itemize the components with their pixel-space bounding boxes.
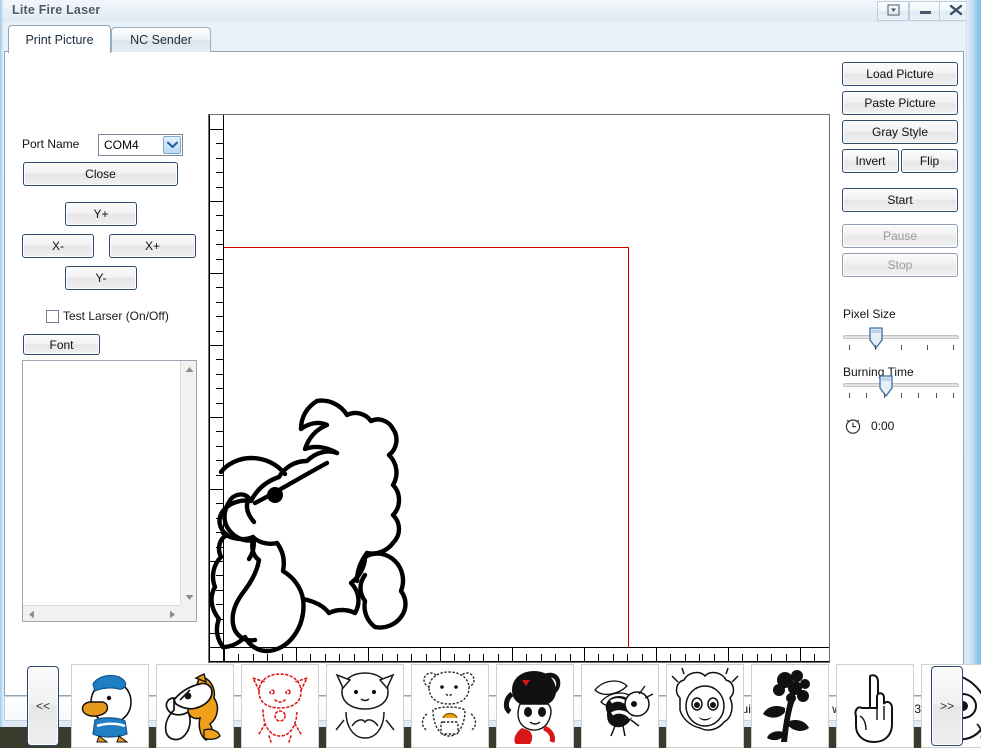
gray-style-button[interactable]: Gray Style <box>842 120 958 144</box>
thumb-pony[interactable] <box>156 664 234 748</box>
minimize-button[interactable] <box>909 1 941 21</box>
picture-canvas[interactable] <box>208 114 830 663</box>
load-picture-button[interactable]: Load Picture <box>842 62 958 86</box>
flower-thumbnail-image <box>763 670 810 742</box>
title-bar: Lite Fire Laser <box>0 0 981 22</box>
thumb-bee[interactable] <box>581 664 659 748</box>
tab-page-print-picture: Port Name COM4 Close Y+ X- X+ Y- Test La… <box>4 51 981 748</box>
thumb-red-cat[interactable] <box>241 664 319 748</box>
thumbnail-strip: << >> <box>13 664 981 748</box>
log-text-area[interactable] <box>22 360 197 622</box>
chevron-down-icon[interactable] <box>163 136 181 154</box>
clock-icon <box>844 417 862 438</box>
thumb-hand-up[interactable] <box>836 664 914 748</box>
window-border-left <box>0 0 3 727</box>
text-area-vertical-scrollbar[interactable] <box>180 361 196 605</box>
tab-print-picture[interactable]: Print Picture <box>8 25 111 53</box>
paste-picture-button[interactable]: Paste Picture <box>842 91 958 115</box>
scrollbar-corner <box>180 605 196 621</box>
rabbit-hat-thumbnail-image <box>503 671 561 744</box>
duck-thumbnail-image <box>81 674 132 743</box>
invert-button[interactable]: Invert <box>842 149 899 173</box>
thumbnails-next-button[interactable]: >> <box>931 666 963 746</box>
hand-up-thumbnail-image <box>854 674 893 744</box>
application-window: Lite Fire Laser Print Picture NC Sender … <box>0 0 981 748</box>
jog-x-plus-button[interactable]: X+ <box>109 234 196 258</box>
jog-y-plus-button[interactable]: Y+ <box>65 202 137 226</box>
canvas-surface <box>209 115 829 662</box>
scroll-up-arrow-icon[interactable] <box>181 361 197 377</box>
pony-outline-drawing <box>209 398 408 654</box>
pixel-size-slider[interactable] <box>843 335 959 339</box>
close-port-button[interactable]: Close <box>23 162 178 186</box>
window-border-right <box>966 0 981 727</box>
timer-value: 0:00 <box>871 419 895 433</box>
flip-button[interactable]: Flip <box>901 149 958 173</box>
start-button[interactable]: Start <box>842 188 958 212</box>
port-name-value: COM4 <box>104 138 139 152</box>
scroll-down-arrow-icon[interactable] <box>181 589 197 605</box>
horizontal-ruler <box>209 647 829 662</box>
thumb-girl-face[interactable] <box>666 664 744 748</box>
burning-time-slider-ticks <box>843 393 959 399</box>
thumb-bear-honey[interactable] <box>411 664 489 748</box>
red-cat-thumbnail-image <box>251 673 309 743</box>
scroll-right-arrow-icon[interactable] <box>164 606 180 622</box>
pixel-size-slider-ticks <box>843 345 959 351</box>
work-area-boundary <box>224 246 630 647</box>
scroll-left-arrow-icon[interactable] <box>23 606 39 622</box>
bear-honey-thumbnail-image <box>421 671 477 737</box>
port-name-label: Port Name <box>22 137 80 151</box>
burning-time-slider[interactable] <box>843 383 959 387</box>
white-cat-thumbnail-image <box>335 672 395 739</box>
thumbnails-prev-button[interactable]: << <box>27 666 59 746</box>
stop-button[interactable]: Stop <box>842 253 958 277</box>
test-laser-label: Test Larser (On/Off) <box>63 309 169 323</box>
restore-down-button[interactable] <box>877 1 909 21</box>
font-button[interactable]: Font <box>23 334 100 355</box>
test-laser-checkbox[interactable] <box>46 310 59 323</box>
tab-strip: Print Picture NC Sender <box>4 24 964 53</box>
port-name-select[interactable]: COM4 <box>98 134 183 156</box>
thumb-duck[interactable] <box>71 664 149 748</box>
window-title: Lite Fire Laser <box>12 3 101 17</box>
pixel-size-label: Pixel Size <box>843 307 896 321</box>
tab-nc-sender[interactable]: NC Sender <box>111 27 211 52</box>
bee-thumbnail-image <box>594 680 654 737</box>
jog-x-minus-button[interactable]: X- <box>22 234 94 258</box>
minimize-icon <box>920 11 931 14</box>
thumb-rabbit-hat[interactable] <box>496 664 574 748</box>
thumb-white-cat[interactable] <box>326 664 404 748</box>
girl-face-thumbnail-image <box>671 668 739 731</box>
jog-y-minus-button[interactable]: Y- <box>65 266 137 290</box>
pony-thumbnail-image <box>164 672 221 741</box>
thumb-flower[interactable] <box>751 664 829 748</box>
caret-down-box-icon <box>887 4 900 16</box>
text-area-horizontal-scrollbar[interactable] <box>23 605 180 621</box>
pause-button[interactable]: Pause <box>842 224 958 248</box>
